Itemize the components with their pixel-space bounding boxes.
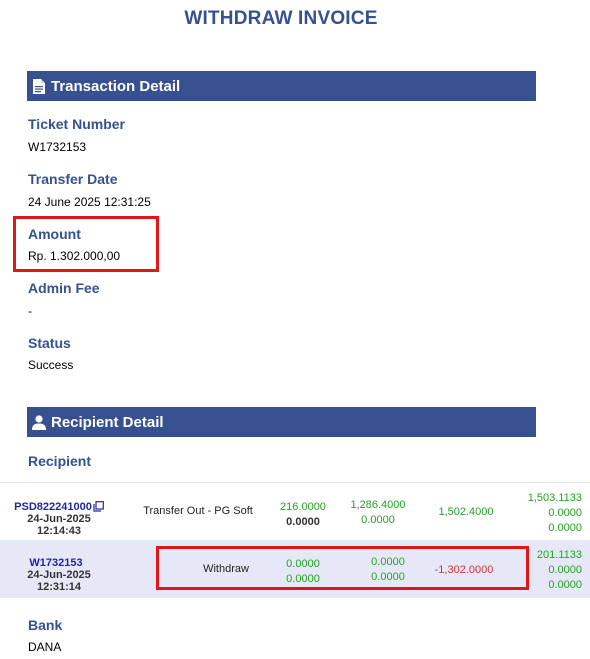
transaction-detail-title: Transaction Detail	[51, 77, 181, 95]
row-date: 24-Jun-2025 12:14:43	[27, 513, 91, 537]
row-col4-line3: 0.0000	[548, 522, 582, 534]
status-value: Success	[28, 358, 74, 372]
row-ref-link[interactable]: W1732153	[6, 557, 106, 569]
row-col4-line3: 0.0000	[548, 579, 582, 591]
page-title: WITHDRAW INVOICE	[184, 8, 378, 29]
row-col3: 1,502.4000	[438, 506, 494, 518]
row-col1-top: 216.0000	[280, 501, 326, 513]
row-ref-link[interactable]: PSD822241000	[14, 501, 92, 513]
recipient-label: Recipient	[28, 453, 92, 469]
row-col3: -1,302.0000	[434, 564, 494, 576]
row-col4-line1: 201.1133	[536, 549, 582, 561]
row-col2-bottom: 0.0000	[361, 514, 395, 526]
row-description: Withdraw	[203, 563, 249, 575]
amount-highlight-box	[13, 216, 159, 272]
row-col1-top: 0.0000	[286, 558, 320, 570]
recipient-detail-title: Recipient Detail	[51, 413, 164, 431]
row-col4-line1: 1,503.1133	[527, 492, 582, 504]
transaction-detail-header: Transaction Detail	[27, 71, 536, 101]
row-col2-bottom: 0.0000	[371, 571, 405, 583]
row-col1-bottom: 0.0000	[286, 516, 320, 528]
amount-label: Amount	[28, 226, 81, 242]
user-icon	[31, 413, 47, 431]
table-row: PSD822241000 24-Jun-2025 12:14:43 Transf…	[0, 482, 590, 540]
row-description: Transfer Out - PG Soft	[143, 505, 253, 517]
transfer-date-label: Transfer Date	[28, 171, 118, 187]
row-col1-bottom: 0.0000	[286, 573, 320, 585]
row-col2-top: 0.0000	[371, 556, 405, 568]
status-label: Status	[28, 335, 71, 351]
row-col4-line2: 0.0000	[548, 564, 582, 576]
transfer-date-value: 24 June 2025 12:31:25	[28, 195, 151, 209]
row-date: 24-Jun-2025 12:31:14	[27, 569, 91, 593]
bank-value: DANA	[28, 640, 62, 654]
admin-fee-label: Admin Fee	[28, 280, 100, 296]
row-col2-top: 1,286.4000	[350, 499, 406, 511]
table-row: W1732153 24-Jun-2025 12:31:14 Withdraw 0…	[0, 540, 590, 598]
row-col4-line2: 0.0000	[548, 507, 582, 519]
bank-label: Bank	[28, 617, 63, 633]
recipient-detail-header: Recipient Detail	[27, 407, 536, 437]
amount-value: Rp. 1.302.000,00	[28, 249, 121, 263]
ticket-number-value: W1732153	[28, 140, 87, 154]
ticket-number-label: Ticket Number	[28, 116, 125, 132]
document-icon	[31, 77, 47, 95]
admin-fee-value: -	[28, 304, 32, 318]
